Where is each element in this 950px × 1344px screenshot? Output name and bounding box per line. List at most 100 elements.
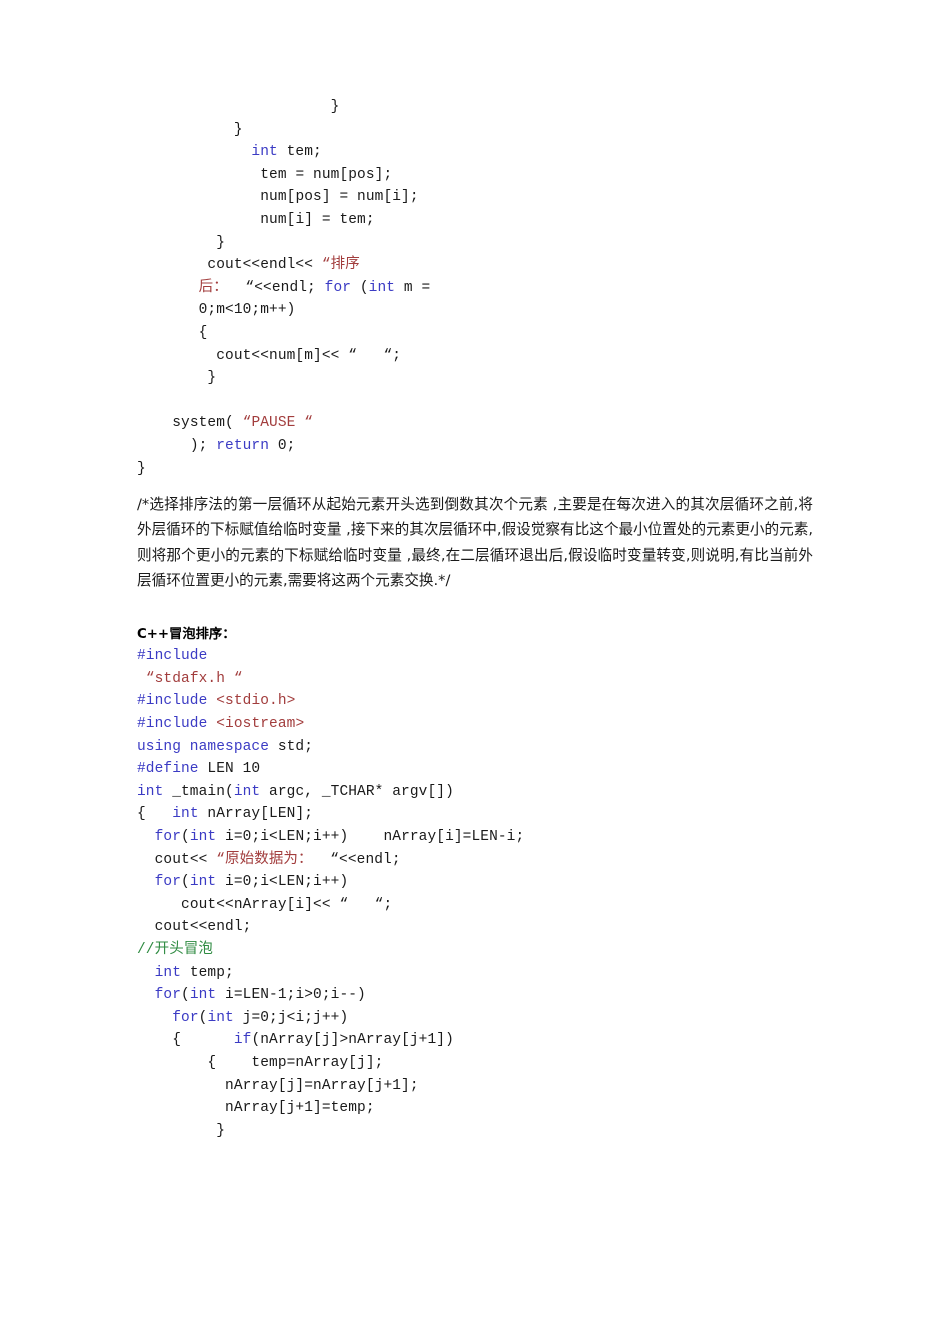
code-token-plain: ( [351,279,369,296]
code-line: } [137,1120,817,1143]
code-token-plain: j=0;j<i;j++) [233,1009,349,1026]
code-token-plain: nArray[j]=nArray[j+1]; [225,1077,419,1094]
code-token-plain: cout<< [154,851,217,868]
code-token-plain: “<<endl; [312,851,401,868]
code-line: nArray[j+1]=temp; [137,1097,817,1120]
code-line: } [137,119,817,142]
code-token-kw: int [137,783,164,800]
code-line: #include <stdio.h> [137,690,817,713]
code-token-plain: (nArray[j]>nArray[j+1]) [251,1032,454,1049]
code-line: } [137,96,817,119]
code-token-kw: for [154,829,182,846]
code-token-str: 后： [198,279,228,296]
code-line: } [137,458,817,481]
code-token-kw: int [189,987,217,1004]
code-line: //开头冒泡 [137,939,817,962]
code-token-plain: nArray[j+1]=temp; [225,1100,375,1117]
code-token-kw: #include [137,716,208,733]
code-token-plain: system( [172,415,243,432]
code-token-kw: return [216,437,270,454]
code-token-kw: #include [137,693,208,710]
code-token-plain: { [198,324,208,341]
code-line: int temp; [137,962,817,985]
code-token-str: <iostream> [216,716,305,733]
code-token-str: “排序 [313,257,360,274]
code-token-plain: _tmain( [163,783,234,800]
code-token-str: “原始数据为： [216,851,313,868]
code-token-plain: cout<<endl; [154,919,252,936]
code-token-plain: i=0;i<LEN;i++) [216,874,349,891]
code-token-plain: std; [269,738,314,755]
code-line: #include <iostream> [137,713,817,736]
code-token-plain: num[pos] = num[i]; [260,189,419,206]
code-token-plain: { [137,806,173,823]
code-token-plain: nArray[LEN]; [198,806,314,823]
code-line: { if(nArray[j]>nArray[j+1]) [137,1029,817,1052]
code-token-plain: temp; [181,964,234,981]
code-token-plain: { [172,1032,234,1049]
code-token-kw: for [154,987,182,1004]
code-line: for(int j=0;j<i;j++) [137,1007,817,1030]
code-line: system( “PAUSE “ [137,412,817,435]
code-line: #include [137,645,817,668]
code-token-plain: } [216,234,226,251]
code-line: 后： “<<endl; for (int m = [137,277,817,300]
code-line: for(int i=0;i<LEN;i++) nArray[i]=LEN-i; [137,826,817,849]
code-token-plain: tem; [277,144,322,161]
code-token-kw: if [233,1032,252,1049]
code-token-plain: ( [181,829,190,846]
code-line: “stdafx.h “ [137,668,817,691]
document-page: } } int tem; tem = num[pos]; num[pos] = … [0,0,950,1344]
code-token-kw: int [207,1009,234,1026]
selection-sort-code-block: } } int tem; tem = num[pos]; num[pos] = … [137,96,817,480]
code-token-kw: for [154,874,182,891]
code-token-plain: argc, _TCHAR* argv[]) [260,783,454,800]
code-token-str: “PAUSE “ [242,415,314,432]
code-token-kw: int [251,144,278,161]
code-line: using namespace std; [137,736,817,759]
code-line: cout<< “原始数据为： “<<endl; [137,849,817,872]
code-token-kw: int [172,806,199,823]
code-token-str: “stdafx.h “ [145,670,243,687]
code-token-plain: cout<<endl<< [207,257,314,274]
code-line: 0;m<10;m++) [137,299,817,322]
code-line: cout<<num[m]<< “ “; [137,345,817,368]
code-token-plain: i=LEN-1;i>0;i--) [216,987,366,1004]
code-token-plain: 0;m<10;m++) [198,302,296,319]
bubble-sort-code-block: #include “stdafx.h “#include <stdio.h> #i… [137,645,817,1142]
code-token-plain: { temp=nArray[j]; [207,1054,384,1071]
code-token-plain: } [233,121,243,138]
code-token-plain: ( [181,874,190,891]
bubble-sort-heading: C++冒泡排序： [137,627,236,643]
code-token-kw: int [233,783,261,800]
code-line: #define LEN 10 [137,758,817,781]
code-token-kw: int [154,964,182,981]
page-content: } } int tem; tem = num[pos]; num[pos] = … [137,96,817,1142]
code-line: tem = num[pos]; [137,164,817,187]
explanation-paragraph: /*选择排序法的第一层循环从起始元素开头选到倒数其次个元素 ,主要是在每次进入的… [137,496,813,589]
code-token-plain: ( [181,987,190,1004]
code-line: { temp=nArray[j]; [137,1052,817,1075]
code-token-plain: LEN 10 [198,761,261,778]
code-token-kw: for [172,1009,199,1026]
